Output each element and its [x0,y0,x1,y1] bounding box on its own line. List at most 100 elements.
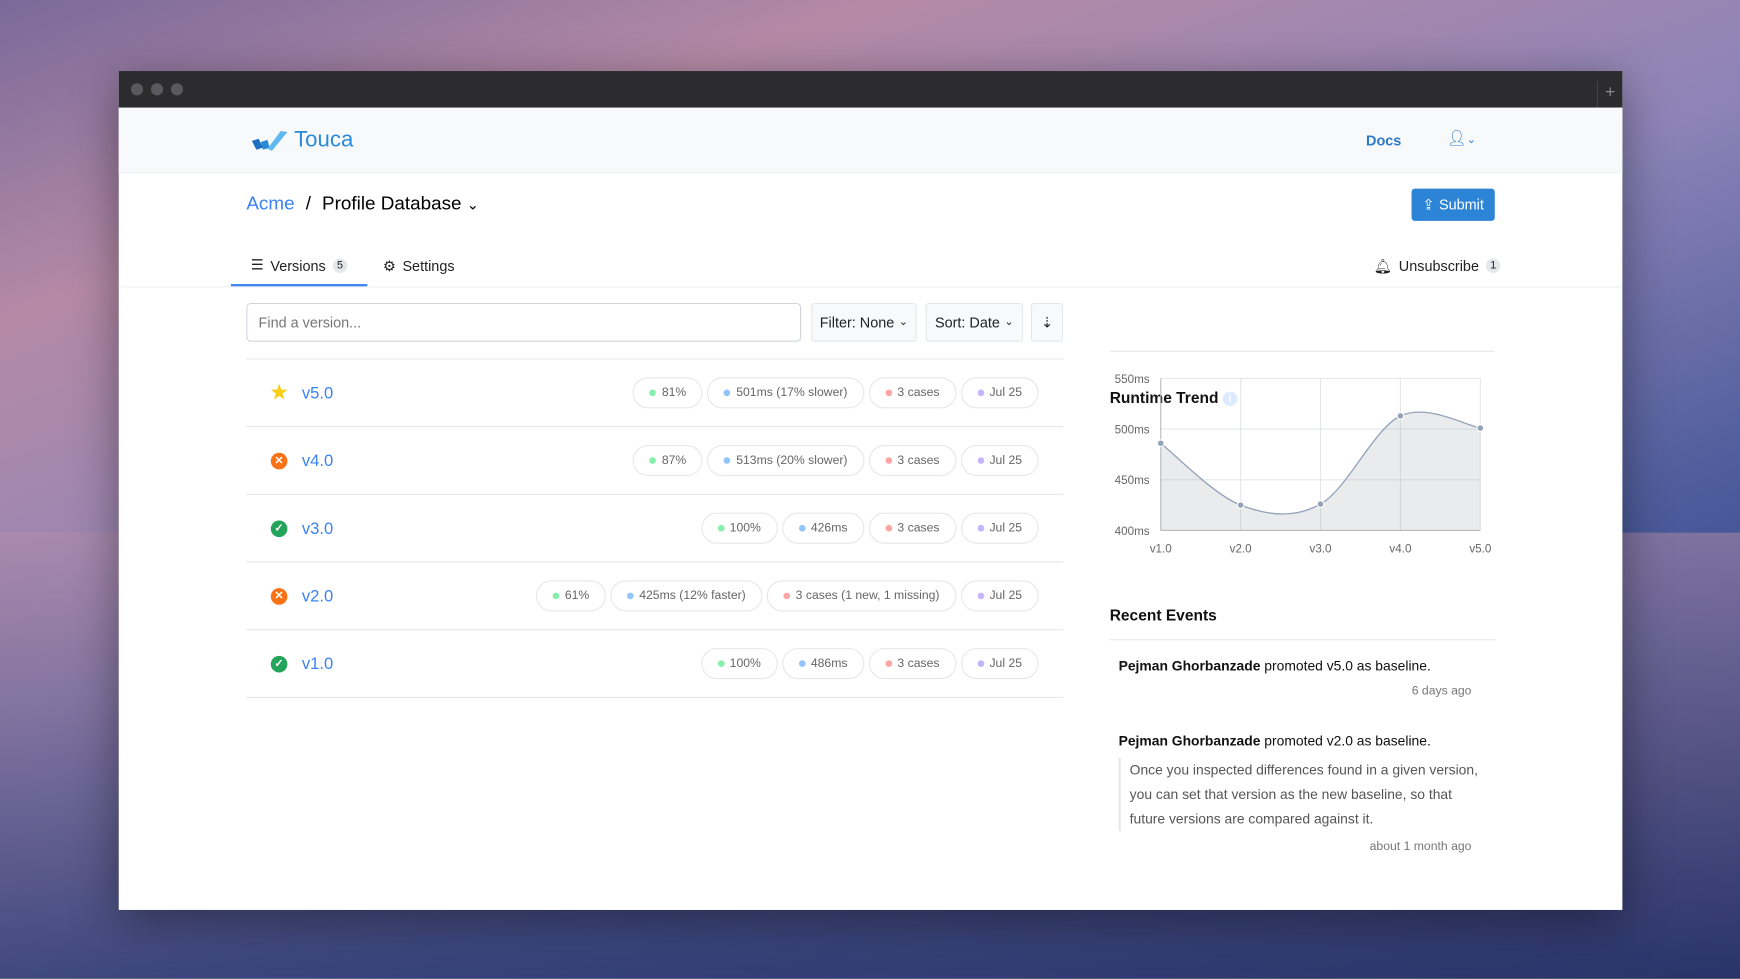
status-dot [977,660,984,667]
status-dot [798,524,806,532]
runtime-value: 425ms (12% faster) [639,589,746,603]
score-value: 100% [729,521,761,535]
version-link[interactable]: v2.0 [302,586,333,605]
desktop-background: + Touca Docs 👤︎⌄ Acme / Profile Database… [0,0,1740,979]
score-pill: 100% [700,512,778,544]
sort-dropdown[interactable]: Sort: Date ⌄ [925,302,1024,342]
tab-settings[interactable]: ⚙ Settings [383,246,455,285]
new-tab-button[interactable]: + [1596,81,1623,108]
date-pill: Jul 25 [960,648,1039,680]
sort-descending-icon: ⇣ [1040,313,1054,331]
y-tick-label: 500ms [1115,424,1150,437]
breadcrumb-suite[interactable]: Profile Database ⌄ [322,193,479,215]
touca-logo-icon [251,130,288,151]
suite-name: Profile Database [322,193,462,215]
sort-order-button[interactable]: ⇣ [1030,302,1064,342]
version-row[interactable]: ✓ v3.0 100% 426ms 3 cases Jul 25 [246,493,1064,562]
browser-window: + Touca Docs 👤︎⌄ Acme / Profile Database… [118,71,1623,910]
x-tick-label: v2.0 [1230,543,1253,556]
docs-link[interactable]: Docs [1366,132,1401,149]
star-icon: ★ [270,381,288,403]
score-value: 87% [661,453,687,468]
unsubscribe-label: Unsubscribe [1398,257,1479,275]
cases-pill: 3 cases [868,512,957,544]
version-list: ★ v5.0 81% 501ms (17% slower) 3 cases Jul 2… [246,358,1064,699]
tab-bar: ☰ Versions 5 ⚙ Settings 🔔︎ Unsubscribe 1 [118,246,1623,288]
date-value: Jul 25 [989,453,1023,468]
data-point [1316,500,1325,508]
passed-icon: ✓ [270,519,288,537]
breadcrumb: Acme / Profile Database ⌄ [246,193,479,215]
status-dot [724,457,731,464]
divider [1109,639,1495,641]
failed-icon: ✕ [270,587,288,605]
status-dot [649,389,657,397]
x-tick-label: v1.0 [1150,543,1173,556]
cases-value: 3 cases [897,386,940,400]
date-pill: Jul 25 [960,512,1039,544]
event-user: Pejman Ghorbanzade [1118,658,1261,674]
version-metrics: 100% 426ms 3 cases Jul 25 [700,512,1039,544]
version-row[interactable]: ★ v5.0 81% 501ms (17% slower) 3 cases Jul 2… [246,358,1064,426]
sort-label: Sort: Date [934,314,1000,331]
maximize-window-button[interactable] [170,83,184,96]
submit-button[interactable]: ⇪ Submit [1411,188,1495,221]
passed-icon: ✓ [270,655,288,672]
tab-label: Settings [402,257,455,275]
logo[interactable]: Touca [251,127,354,154]
x-tick-label: v4.0 [1389,543,1412,556]
y-tick-label: 400ms [1115,525,1150,538]
y-tick-label: 550ms [1115,373,1150,386]
version-link[interactable]: v4.0 [302,451,333,470]
versions-count: 5 [332,258,348,273]
failed-icon: ✕ [270,452,288,469]
search-input[interactable] [246,302,802,342]
status-dot [977,389,984,397]
user-menu[interactable]: 👤︎⌄ [1447,129,1476,148]
unsubscribe-button[interactable]: 🔔︎ Unsubscribe 1 [1374,246,1501,285]
runtime-value: 513ms (20% slower) [736,453,848,468]
status-dot [717,660,725,667]
date-value: Jul 25 [989,521,1023,535]
filter-dropdown[interactable]: Filter: None ⌄ [811,302,917,342]
x-tick-label: v5.0 [1469,543,1492,556]
event-time: 6 days ago [1411,684,1472,699]
version-row[interactable]: ✕ v4.0 87% 513ms (20% slower) 3 cases Jul 2… [246,426,1064,494]
recent-events-title: Recent Events [1109,605,1217,624]
status-dot [885,524,892,532]
x-tick-label: v3.0 [1310,543,1333,556]
date-value: Jul 25 [989,656,1023,671]
score-value: 100% [729,656,761,671]
version-metrics: 81% 501ms (17% slower) 3 cases Jul 25 [632,377,1039,409]
score-pill: 87% [632,444,703,477]
version-link[interactable]: v3.0 [302,519,333,538]
app-name: Touca [294,127,354,153]
runtime-value: 426ms [810,521,848,535]
gear-icon: ⚙ [382,256,396,274]
cases-value: 3 cases [897,453,940,468]
version-link[interactable]: v5.0 [302,383,333,402]
minimize-window-button[interactable] [150,83,164,96]
date-pill: Jul 25 [960,580,1039,612]
title-bar: + [118,71,1623,108]
tab-versions[interactable]: ☰ Versions 5 [230,246,368,287]
version-link[interactable]: v1.0 [302,654,333,673]
date-pill: Jul 25 [960,377,1039,409]
date-pill: Jul 25 [960,444,1039,477]
chevron-down-icon: ⌄ [466,196,479,214]
status-dot [885,457,892,464]
y-tick-label: 450ms [1115,474,1150,487]
runtime-value: 501ms (17% slower) [736,386,848,400]
status-dot [717,524,725,532]
close-window-button[interactable] [130,83,144,96]
list-icon: ☰ [250,256,264,273]
data-point [1236,501,1245,509]
submit-label: Submit [1438,196,1484,214]
top-nav: Touca Docs 👤︎⌄ [118,107,1623,174]
user-icon: 👤︎ [1447,128,1467,147]
version-row[interactable]: ✕ v2.0 61% 425ms (12% faster) 3 cases (1 n… [246,561,1064,630]
divider [1109,350,1495,352]
upload-icon: ⇪ [1422,195,1435,213]
breadcrumb-team[interactable]: Acme [246,193,294,215]
version-row[interactable]: ✓ v1.0 100% 486ms 3 cases Jul 25 [246,629,1064,699]
